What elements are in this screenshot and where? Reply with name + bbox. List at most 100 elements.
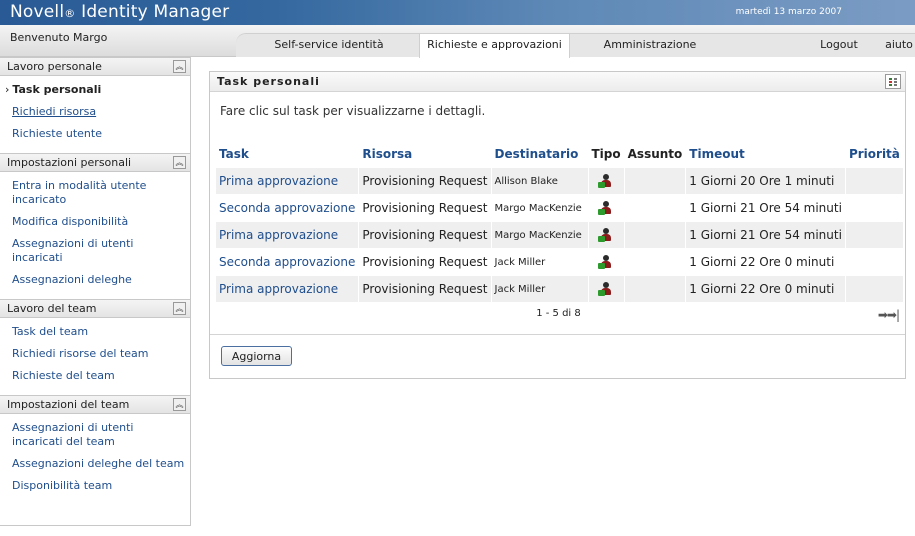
resource-cell: Provisioning Request (359, 276, 491, 302)
claimed-cell (624, 276, 686, 302)
table-row[interactable]: Prima approvazione Provisioning Request … (216, 222, 903, 248)
sidebar-group-personal-settings: Entra in modalità utente incaricato Modi… (0, 172, 190, 299)
column-header-timeout[interactable]: Timeout (686, 141, 845, 167)
sidebar-item-edit-availability[interactable]: Modifica disponibilità (0, 211, 190, 233)
column-header-type: Tipo (591, 147, 621, 161)
timeout-cell: 1 Giorni 21 Ore 54 minuti (686, 222, 845, 248)
pager-next-last-icon[interactable]: ➡➡| (878, 308, 900, 322)
priority-cell (846, 195, 903, 221)
recipient-cell: Jack Miller (494, 256, 546, 268)
sidebar-item-proxy-assignments[interactable]: Assegnazioni di utenti incaricati (0, 233, 190, 269)
sidebar-section-title: Lavoro personale (7, 60, 102, 73)
brand-name: Novell (10, 2, 65, 22)
task-name-link[interactable]: Prima approvazione (216, 222, 359, 248)
sidebar-section-title: Lavoro del team (7, 302, 97, 315)
approval-user-icon (597, 254, 614, 270)
claimed-cell (625, 195, 686, 221)
table-row[interactable]: Seconda approvazione Provisioning Reques… (216, 249, 903, 275)
priority-cell (845, 276, 903, 302)
timeout-cell: 1 Giorni 22 Ore 0 minuti (686, 276, 845, 302)
approval-user-icon (597, 200, 614, 216)
tab-self-service[interactable]: Self-service identità (266, 34, 392, 58)
table-row[interactable]: Prima approvazione Provisioning Request … (216, 276, 903, 302)
type-cell (588, 276, 624, 302)
sidebar-section-title: Impostazioni del team (7, 398, 130, 411)
task-name-link[interactable]: Seconda approvazione (216, 195, 358, 221)
approval-user-icon (597, 173, 614, 189)
sidebar-item-delegate-assignments[interactable]: Assegnazioni deleghe (0, 269, 190, 291)
nav-bar: Benvenuto Margo Self-service identità Ri… (0, 25, 915, 58)
table-row[interactable]: Prima approvazione Provisioning Request … (216, 168, 903, 194)
column-header-resource[interactable]: Risorsa (359, 141, 490, 167)
sidebar-item-team-delegate-assignments[interactable]: Assegnazioni deleghe del team (0, 453, 190, 475)
type-cell (589, 249, 624, 275)
sidebar-item-team-requests[interactable]: Richieste del team (0, 365, 190, 387)
table-header-row: Task Risorsa Destinatario Tipo Assunto T… (216, 141, 903, 167)
tasks-table: Task Risorsa Destinatario Tipo Assunto T… (215, 140, 904, 303)
task-name-link[interactable]: Prima approvazione (216, 276, 359, 302)
sidebar: Lavoro personale ︽ Task personali Richie… (0, 57, 191, 526)
nav-tabs: Self-service identità Richieste e approv… (236, 33, 915, 58)
sidebar-section-team-work: Lavoro del team ︽ (0, 299, 190, 318)
sidebar-section-personal-settings: Impostazioni personali ︽ (0, 153, 190, 172)
sidebar-group-team-settings: Assegnazioni di utenti incaricati del te… (0, 414, 190, 505)
intro-text: Fare clic sul task per visualizzarne i d… (220, 104, 486, 118)
sidebar-item-team-tasks[interactable]: Task del team (0, 321, 190, 343)
panel-header: Task personali (210, 72, 905, 92)
sidebar-item-team-availability[interactable]: Disponibilità team (0, 475, 190, 497)
column-header-priority[interactable]: Priorità (846, 141, 903, 167)
type-cell (588, 222, 624, 248)
sidebar-item-user-requests[interactable]: Richieste utente (0, 123, 190, 145)
app-title: Novell® Identity Manager (10, 2, 229, 22)
tab-requests-approvals[interactable]: Richieste e approvazioni (419, 34, 570, 58)
timeout-cell: 1 Giorni 22 Ore 0 minuti (689, 255, 835, 269)
column-header-recipient[interactable]: Destinatario (492, 141, 588, 167)
type-cell (589, 195, 624, 221)
sidebar-section-personal-work: Lavoro personale ︽ (0, 57, 190, 76)
panel-divider (210, 334, 905, 335)
type-cell (588, 168, 624, 194)
timeout-cell: 1 Giorni 20 Ore 1 minuti (686, 168, 845, 194)
task-name-link[interactable]: Prima approvazione (216, 168, 359, 194)
claimed-cell (625, 249, 686, 275)
claimed-cell (624, 222, 686, 248)
registered-mark: ® (64, 7, 76, 20)
sidebar-section-title: Impostazioni personali (7, 156, 132, 169)
logout-link[interactable]: Logout (816, 34, 862, 58)
collapse-icon[interactable]: ︽ (173, 60, 186, 73)
sidebar-group-personal-work: Task personali Richiedi risorsa Richiest… (0, 76, 190, 153)
header-date: martedì 13 marzo 2007 (735, 7, 842, 17)
approval-user-icon (597, 281, 614, 297)
resource-cell: Provisioning Request (359, 222, 491, 248)
task-name-link[interactable]: Seconda approvazione (216, 249, 358, 275)
product-name: Identity Manager (75, 2, 230, 22)
sidebar-item-team-resource-requests[interactable]: Richiedi risorse del team (0, 343, 190, 365)
sidebar-item-proxy-mode[interactable]: Entra in modalità utente incaricato (0, 175, 190, 211)
pager-text: 1 - 5 di 8 (536, 308, 581, 319)
resource-cell: Provisioning Request (362, 255, 488, 269)
panel-settings-icon[interactable] (885, 74, 901, 89)
help-link[interactable]: aiuto (882, 34, 915, 58)
refresh-button[interactable]: Aggiorna (221, 346, 292, 366)
collapse-icon[interactable]: ︽ (173, 302, 186, 315)
sidebar-item-my-tasks[interactable]: Task personali (0, 79, 190, 101)
resource-cell: Provisioning Request (359, 168, 491, 194)
sidebar-item-team-proxy-assignments[interactable]: Assegnazioni di utenti incaricati del te… (0, 417, 190, 453)
sidebar-section-team-settings: Impostazioni del team ︽ (0, 395, 190, 414)
sidebar-item-request-resource[interactable]: Richiedi risorsa (0, 101, 190, 123)
recipient-cell: Margo MacKenzie (494, 202, 582, 214)
panel-title: Task personali (217, 75, 320, 88)
recipient-cell: Jack Miller (491, 276, 588, 302)
approval-user-icon (597, 227, 614, 243)
priority-cell (845, 168, 903, 194)
collapse-icon[interactable]: ︽ (173, 398, 186, 411)
app-header: Novell® Identity Manager martedì 13 marz… (0, 0, 915, 25)
my-tasks-panel: Task personali Fare clic sul task per vi… (209, 71, 906, 379)
timeout-cell: 1 Giorni 21 Ore 54 minuti (689, 201, 842, 215)
column-header-task[interactable]: Task (216, 141, 358, 167)
priority-cell (845, 222, 903, 248)
table-row[interactable]: Seconda approvazione Provisioning Reques… (216, 195, 903, 221)
collapse-icon[interactable]: ︽ (173, 156, 186, 169)
priority-cell (846, 249, 903, 275)
tab-administration[interactable]: Amministrazione (598, 34, 702, 58)
